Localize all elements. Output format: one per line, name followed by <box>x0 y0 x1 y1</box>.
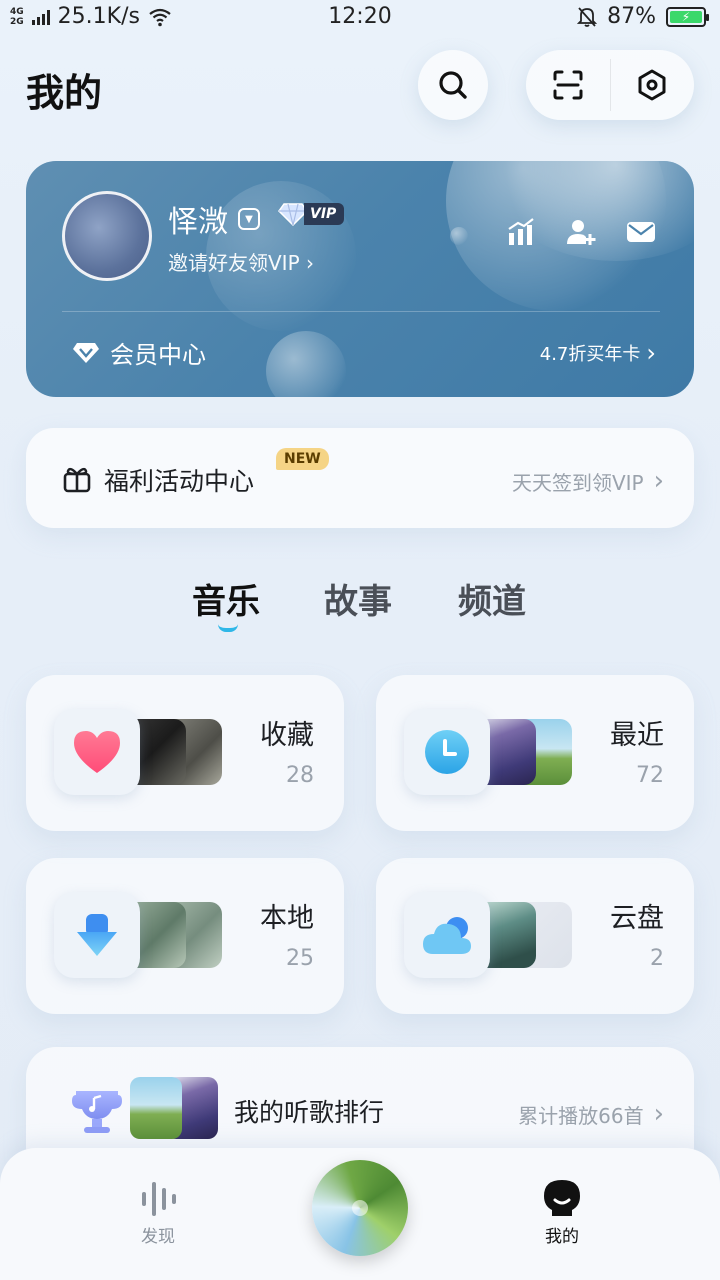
battery-icon: ⚡ <box>666 6 709 27</box>
download-icon <box>77 914 117 956</box>
welfare-title: 福利活动中心 <box>104 467 255 496</box>
tile-count: 25 <box>286 946 314 971</box>
card-divider <box>62 311 660 312</box>
member-center-link[interactable]: 会员中心 <box>72 335 206 370</box>
library-tile-cloud[interactable]: 云盘 2 <box>376 858 694 1014</box>
tile-icon-box <box>404 709 490 795</box>
scan-icon <box>553 70 583 100</box>
nav-discover-label: 发现 <box>141 1227 175 1247</box>
tab-indicator <box>218 624 238 632</box>
ranking-total: 累计播放66首 <box>518 1103 644 1128</box>
nav-discover[interactable]: 发现 <box>118 1178 198 1247</box>
settings-hexagon-icon <box>638 69 666 101</box>
username-text: 怿溦 <box>168 205 228 240</box>
add-friend-icon <box>567 220 596 245</box>
discount-text: 4.7折买年卡 <box>539 344 641 365</box>
library-tile-recent[interactable]: 最近 72 <box>376 675 694 831</box>
clock-icon <box>425 730 469 774</box>
stats-button[interactable] <box>506 217 536 247</box>
tab-channels[interactable]: 频道 <box>458 574 526 623</box>
tile-icon-box <box>54 709 140 795</box>
level-badge-icon: ▼ <box>238 208 260 230</box>
battery-fill: ⚡ <box>670 10 702 24</box>
tile-count: 28 <box>286 763 314 788</box>
welfare-right: 天天签到领VIP › <box>512 466 664 496</box>
annual-card-link[interactable]: 4.7折买年卡 › <box>540 339 656 367</box>
vip-badge[interactable]: VIP <box>278 201 345 227</box>
tile-name: 本地 <box>260 903 314 934</box>
status-bar: 4G 2G 25.1K/s 12:20 87% ⚡ <box>0 0 720 36</box>
avatar[interactable] <box>62 191 152 281</box>
add-friend-button[interactable] <box>566 217 596 247</box>
header-action-pill <box>526 50 694 120</box>
vip-label: VIP <box>304 203 345 225</box>
settings-button[interactable] <box>611 50 695 120</box>
discover-waveform-icon <box>142 1182 176 1216</box>
profile-icon <box>544 1180 580 1216</box>
gift-icon <box>63 467 91 493</box>
battery-percent: 87% <box>607 4 656 29</box>
ranking-title: 我的听歌排行 <box>234 1098 385 1127</box>
chevron-right-icon: › <box>653 1099 664 1129</box>
now-playing-disc[interactable] <box>312 1160 408 1256</box>
welfare-center-bar[interactable]: 福利活动中心 NEW 天天签到领VIP › <box>26 428 694 528</box>
mail-icon <box>627 222 655 242</box>
tile-count: 72 <box>636 763 664 788</box>
diamond-outline-icon <box>73 342 99 363</box>
tile-icon-box <box>404 892 490 978</box>
trophy-icon <box>72 1091 122 1133</box>
tab-music[interactable]: 音乐 <box>192 574 260 623</box>
decor-bubble <box>450 227 468 245</box>
member-center-label: 会员中心 <box>110 341 206 369</box>
tile-name: 最近 <box>610 720 664 751</box>
decor-bubble <box>266 331 346 397</box>
chevron-right-icon: › <box>646 339 656 367</box>
username[interactable]: 怿溦 ▼ <box>168 197 260 241</box>
mute-bell-icon <box>577 6 598 27</box>
chevron-right-icon: › <box>653 466 664 496</box>
search-button[interactable] <box>418 50 488 120</box>
cloud-icon <box>423 917 471 954</box>
bottom-nav: 发现 我的 <box>0 1148 720 1280</box>
nav-mine-label: 我的 <box>545 1227 579 1247</box>
library-tile-local[interactable]: 本地 25 <box>26 858 344 1014</box>
profile-actions <box>506 217 656 247</box>
ranking-right: 累计播放66首 › <box>518 1099 664 1129</box>
new-badge: NEW <box>276 448 329 470</box>
tab-stories[interactable]: 故事 <box>324 574 392 623</box>
scan-button[interactable] <box>526 50 610 120</box>
tile-name: 收藏 <box>260 720 314 751</box>
heart-icon <box>74 731 120 773</box>
search-icon <box>439 71 467 99</box>
stats-icon <box>508 218 534 245</box>
tile-icon-box <box>54 892 140 978</box>
album-cover <box>130 1077 182 1139</box>
nav-mine[interactable]: 我的 <box>522 1178 602 1247</box>
tile-count: 2 <box>650 946 664 971</box>
status-right: 87% ⚡ <box>577 4 709 29</box>
invite-link[interactable]: 邀请好友领VIP › <box>168 247 314 276</box>
library-tile-favorites[interactable]: 收藏 28 <box>26 675 344 831</box>
tile-name: 云盘 <box>610 903 664 934</box>
mail-button[interactable] <box>626 217 656 247</box>
welfare-right-text: 天天签到领VIP <box>511 470 644 495</box>
profile-card[interactable]: 怿溦 ▼ VIP 邀请好友领VIP › 会员中心 4.7折买年卡 › <box>26 161 694 397</box>
page-title: 我的 <box>26 71 103 115</box>
